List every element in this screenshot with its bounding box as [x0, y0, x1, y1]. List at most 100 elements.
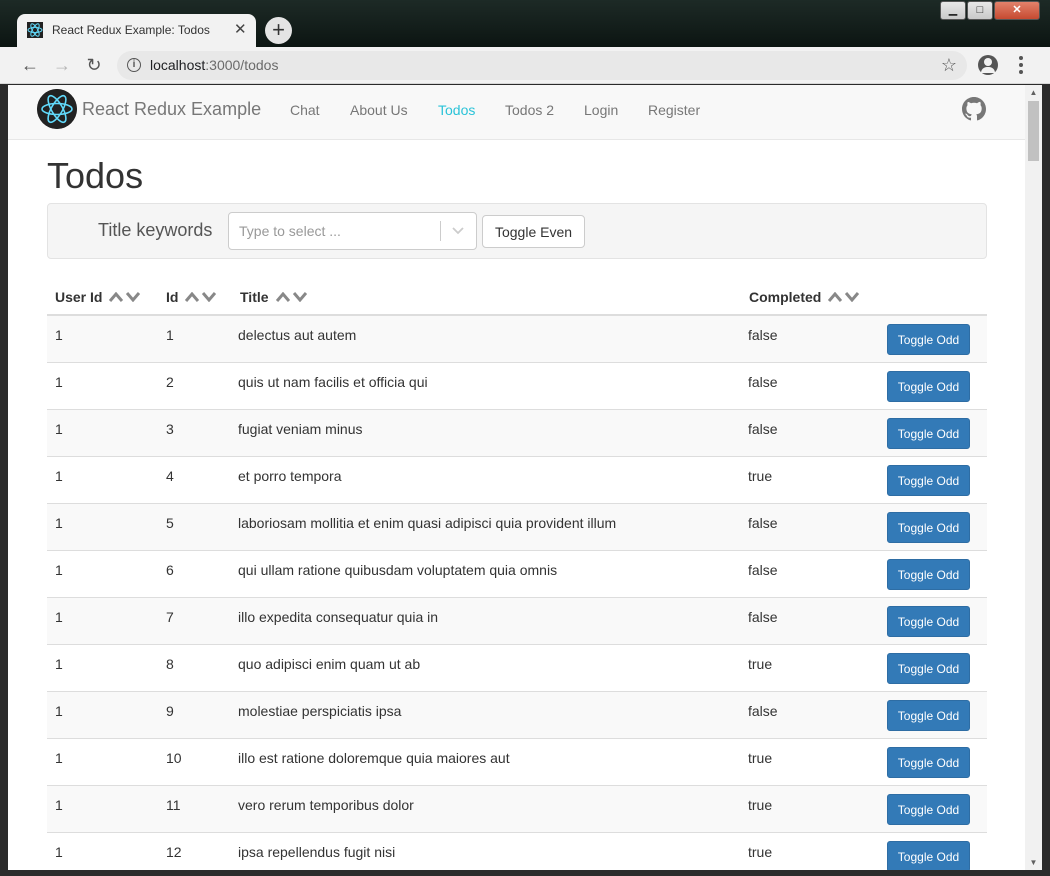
sort-down-icon[interactable] [202, 292, 217, 302]
scroll-thumb[interactable] [1028, 101, 1039, 161]
star-icon[interactable]: ☆ [941, 55, 957, 76]
cell-user-id: 1 [55, 327, 63, 343]
window-close-button[interactable]: ✕ [994, 1, 1040, 20]
browser-toolbar: ← → ↻ i localhost:3000/todos ☆ [0, 47, 1050, 84]
sort-up-icon[interactable] [275, 292, 290, 302]
filter-label: Title keywords [98, 220, 213, 240]
nav-link-todos-2[interactable]: Todos 2 [505, 102, 554, 118]
page-title: Todos [47, 155, 144, 196]
toggle-odd-button[interactable]: Toggle Odd [887, 841, 970, 870]
toggle-odd-button[interactable]: Toggle Odd [887, 465, 970, 496]
cell-completed: false [748, 421, 778, 437]
tab-close-icon[interactable]: ✕ [234, 21, 247, 39]
cell-id: 8 [166, 656, 174, 672]
menu-icon[interactable] [1019, 56, 1023, 74]
back-icon[interactable]: ← [20, 55, 40, 75]
title-keywords-select[interactable]: Type to select ... [228, 212, 477, 250]
cell-user-id: 1 [55, 844, 63, 860]
table-header: User Id Id Title Completed [47, 279, 987, 316]
cell-id: 9 [166, 703, 174, 719]
window-frame-left [0, 85, 8, 876]
nav-link-login[interactable]: Login [584, 102, 618, 118]
nav-link-todos[interactable]: Todos [438, 102, 475, 118]
cell-id: 7 [166, 609, 174, 625]
toggle-odd-button[interactable]: Toggle Odd [887, 794, 970, 825]
table-row: 1 11 vero rerum temporibus dolor true Toggle… [47, 786, 987, 833]
select-placeholder: Type to select ... [239, 223, 341, 239]
sort-down-icon[interactable] [292, 292, 307, 302]
nav-link-chat[interactable]: Chat [290, 102, 320, 118]
cell-completed: false [748, 703, 778, 719]
cell-user-id: 1 [55, 421, 63, 437]
toggle-odd-button[interactable]: Toggle Odd [887, 324, 970, 355]
react-logo-icon[interactable] [37, 89, 77, 129]
toggle-even-button[interactable]: Toggle Even [482, 215, 585, 248]
app-navbar: React Redux Example Chat About Us Todos … [8, 85, 1025, 140]
table-row: 1 3 fugiat veniam minus false Toggle Odd [47, 410, 987, 457]
toggle-odd-button[interactable]: Toggle Odd [887, 606, 970, 637]
info-icon[interactable]: i [127, 58, 141, 72]
new-tab-button[interactable]: + [265, 17, 292, 44]
cell-id: 6 [166, 562, 174, 578]
sort-up-icon[interactable] [109, 292, 124, 302]
toggle-odd-button[interactable]: Toggle Odd [887, 371, 970, 402]
chevron-down-icon[interactable] [450, 222, 466, 238]
toggle-odd-button[interactable]: Toggle Odd [887, 559, 970, 590]
address-bar[interactable]: i localhost:3000/todos ☆ [117, 51, 967, 80]
cell-user-id: 1 [55, 750, 63, 766]
cell-completed: false [748, 327, 778, 343]
github-icon[interactable] [962, 97, 986, 121]
minimize-button[interactable]: ▁ [940, 1, 966, 20]
cell-title: quo adipisci enim quam ut ab [238, 656, 421, 672]
cell-completed: true [748, 797, 773, 813]
cell-title: illo expedita consequatur quia in [238, 609, 439, 625]
cell-completed: true [748, 750, 773, 766]
cell-title: ipsa repellendus fugit nisi [238, 844, 396, 860]
sort-up-icon[interactable] [185, 292, 200, 302]
sort-down-icon[interactable] [845, 292, 860, 302]
cell-completed: true [748, 468, 773, 484]
account-icon[interactable] [978, 55, 998, 75]
toggle-odd-button[interactable]: Toggle Odd [887, 512, 970, 543]
react-favicon-icon [27, 22, 43, 38]
cell-title: qui ullam ratione quibusdam voluptatem q… [238, 562, 558, 578]
cell-title: delectus aut autem [238, 327, 357, 343]
select-separator [440, 221, 441, 241]
toggle-odd-button[interactable]: Toggle Odd [887, 747, 970, 778]
sort-down-icon[interactable] [126, 292, 141, 302]
cell-id: 5 [166, 515, 174, 531]
table-row: 1 7 illo expedita consequatur quia in false… [47, 598, 987, 645]
header-title[interactable]: Title [240, 289, 307, 305]
cell-title: illo est ratione doloremque quia maiores… [238, 750, 510, 766]
cell-id: 3 [166, 421, 174, 437]
browser-tab[interactable]: React Redux Example: Todos ✕ [17, 14, 256, 47]
cell-completed: false [748, 515, 778, 531]
scroll-up-icon[interactable]: ▲ [1025, 85, 1042, 100]
header-id[interactable]: Id [166, 289, 217, 305]
toggle-odd-button[interactable]: Toggle Odd [887, 700, 970, 731]
url-text[interactable]: localhost:3000/todos [150, 57, 278, 73]
cell-id: 1 [166, 327, 174, 343]
table-row: 1 4 et porro tempora true Toggle Odd [47, 457, 987, 504]
table-row: 1 10 illo est ratione doloremque quia maio… [47, 739, 987, 786]
toggle-odd-button[interactable]: Toggle Odd [887, 653, 970, 684]
header-user-id[interactable]: User Id [55, 289, 141, 305]
nav-link-about-us[interactable]: About Us [350, 102, 408, 118]
toggle-odd-button[interactable]: Toggle Odd [887, 418, 970, 449]
cell-completed: false [748, 562, 778, 578]
page-scrollbar[interactable]: ▲ ▼ [1025, 85, 1042, 870]
browser-titlebar: React Redux Example: Todos ✕ + ▁ □ ✕ [0, 0, 1050, 47]
cell-title: molestiae perspiciatis ipsa [238, 703, 402, 719]
reload-icon[interactable]: ↻ [84, 55, 104, 75]
header-completed[interactable]: Completed [749, 289, 860, 305]
table-row: 1 2 quis ut nam facilis et officia qui fals… [47, 363, 987, 410]
maximize-button[interactable]: □ [967, 1, 993, 20]
cell-completed: false [748, 609, 778, 625]
cell-user-id: 1 [55, 609, 63, 625]
nav-link-register[interactable]: Register [648, 102, 700, 118]
brand-title[interactable]: React Redux Example [82, 99, 261, 120]
scroll-down-icon[interactable]: ▼ [1025, 855, 1042, 870]
sort-up-icon[interactable] [828, 292, 843, 302]
cell-id: 4 [166, 468, 174, 484]
forward-icon[interactable]: → [52, 55, 72, 75]
